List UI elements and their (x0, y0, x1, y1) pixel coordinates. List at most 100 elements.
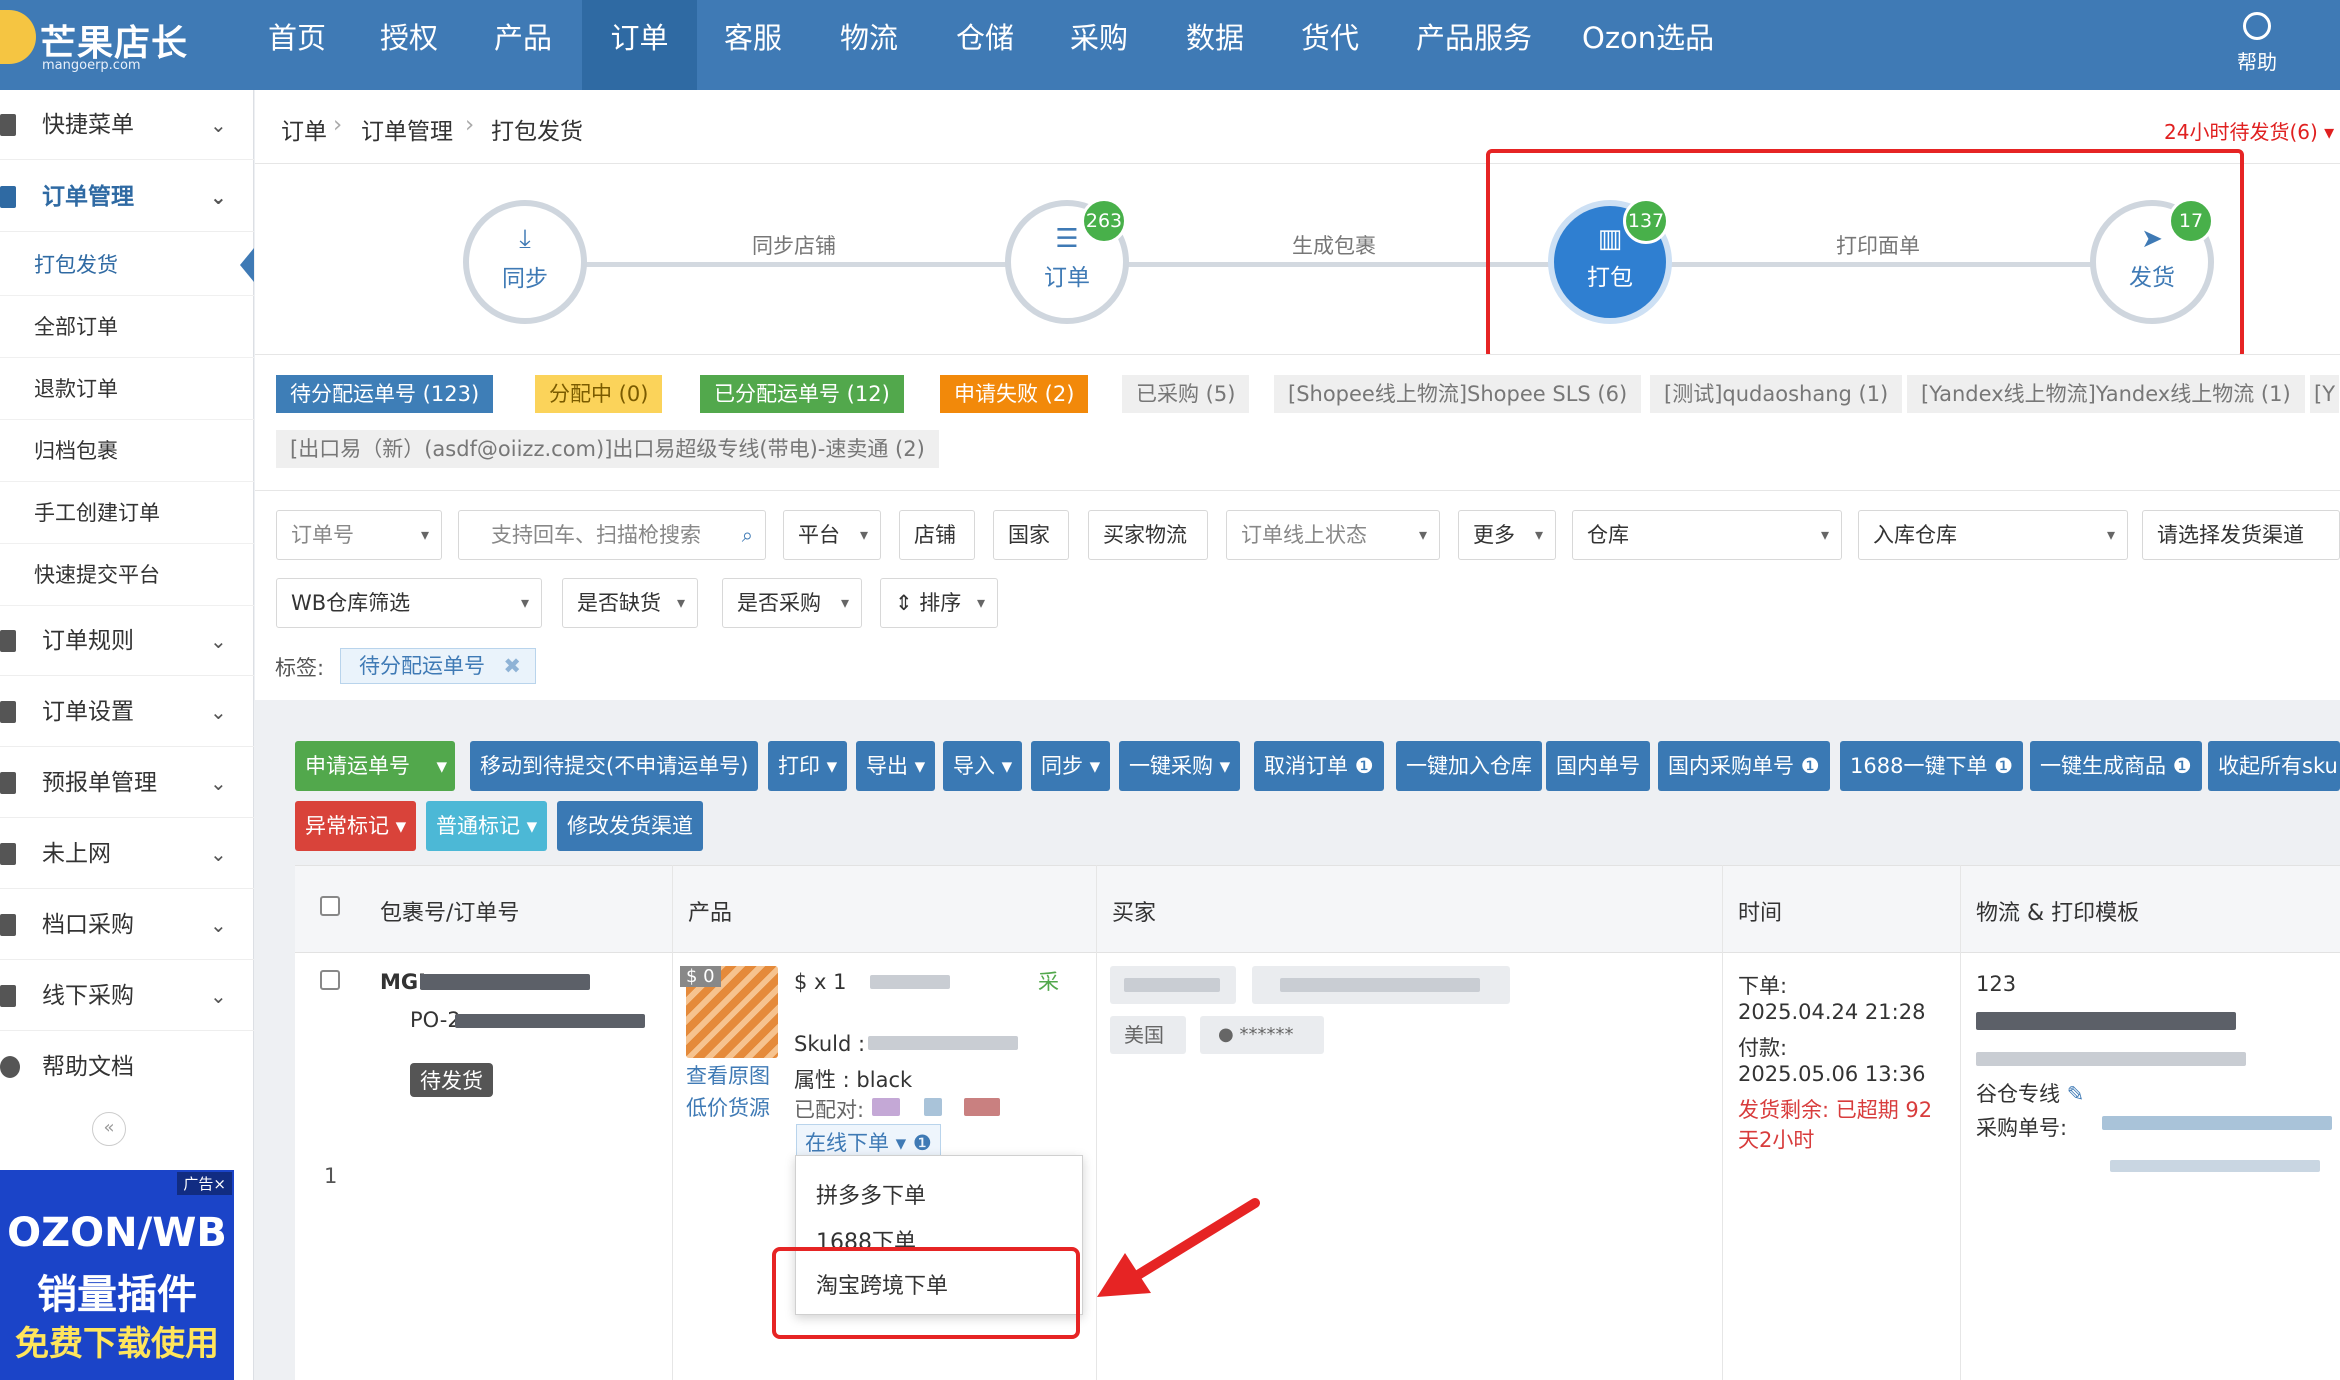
sidebar-group-quick-menu[interactable]: 快捷菜单 ⌄ (0, 90, 254, 160)
low-price-source-link[interactable]: 低价货源 (686, 1092, 770, 1122)
flow-badge-order: 263 (1081, 198, 1127, 244)
flow-step-sync[interactable]: ⤓ 同步 (463, 200, 587, 324)
nav-logistics[interactable]: 物流 (820, 0, 918, 90)
logo[interactable]: 芒果店长 mangoerp.com (0, 0, 240, 90)
sidebar-group-offline-purchase[interactable]: 线下采购 ⌄ (0, 961, 254, 1031)
breadcrumb-item[interactable]: 订单管理 (361, 112, 453, 146)
one-click-purchase-button[interactable]: 一键采购 ▾ (1119, 741, 1241, 791)
tag-yandex[interactable]: [Yandex线上物流]Yandex线上物流 (1) (1907, 375, 2305, 413)
export-button[interactable]: 导出 ▾ (856, 741, 936, 791)
search-input[interactable]: 支持回车、扫描枪搜索 ⌕ (458, 510, 766, 560)
ad-banner[interactable]: 广告× OZON/WB 销量插件 免费下载使用 (0, 1170, 234, 1380)
order-1688-button[interactable]: 1688一键下单 ❶ (1840, 741, 2023, 791)
tag-apply-failed[interactable]: 申请失败 (2) (940, 375, 1089, 413)
nav-data[interactable]: 数据 (1166, 0, 1264, 90)
country-filter[interactable]: 国家 (993, 510, 1069, 560)
tag-chukouyi[interactable]: [出口易（新）(asdf@oiizz.com)]出口易超级专线(带电)-速卖通 … (276, 430, 939, 468)
warehouse-select[interactable]: 仓库 ▾ (1572, 510, 1842, 560)
close-icon[interactable]: ✖ (503, 649, 521, 683)
nav-service[interactable]: 客服 (704, 0, 802, 90)
print-button[interactable]: 打印 ▾ (768, 741, 848, 791)
nav-purchase[interactable]: 采购 (1050, 0, 1148, 90)
sidebar-item-quick-submit[interactable]: 快速提交平台 (0, 544, 254, 606)
platform-filter[interactable]: 平台 ▾ (783, 510, 881, 560)
inbound-warehouse-select[interactable]: 入库仓库 ▾ (1858, 510, 2128, 560)
tag-test-channel[interactable]: [测试]qudaoshang (1) (1650, 375, 1903, 413)
sync-button[interactable]: 同步 ▾ (1031, 741, 1111, 791)
row-checkbox[interactable] (320, 970, 340, 990)
ship-channel-select[interactable]: 请选择发货渠道 (2142, 510, 2340, 560)
info-icon: ❶ (2172, 754, 2192, 778)
view-image-link[interactable]: 查看原图 (686, 1060, 770, 1090)
alert-24h-pending[interactable]: 24小时待发货(6) ▾ (2164, 116, 2334, 145)
ad-close-tag[interactable]: 广告× (177, 1172, 232, 1195)
sidebar-group-offline[interactable]: 未上网 ⌄ (0, 819, 254, 889)
col-divider (672, 865, 673, 1380)
redacted-text (872, 1098, 900, 1116)
sidebar-item-refund-orders[interactable]: 退款订单 (0, 358, 254, 420)
nav-authorize[interactable]: 授权 (360, 0, 458, 90)
buyer-logistics-filter[interactable]: 买家物流 (1088, 510, 1208, 560)
nav-home[interactable]: 首页 (248, 0, 346, 90)
help-button[interactable]: 帮助 (2222, 10, 2292, 75)
sidebar-group-forecast[interactable]: 预报单管理 ⌄ (0, 748, 254, 818)
purchased-filter[interactable]: 是否采购 ▾ (722, 578, 862, 628)
nav-product-service[interactable]: 产品服务 (1404, 0, 1544, 90)
normal-mark-button[interactable]: 普通标记 ▾ (426, 801, 548, 851)
cancel-order-button[interactable]: 取消订单 ❶ (1254, 741, 1384, 791)
ship-remaining: 发货剩余: 已超期 92 (1738, 1098, 1933, 1122)
sidebar-item-label: 退款订单 (34, 377, 118, 401)
caret-down-icon: ▾ (1418, 525, 1427, 544)
sidebar-group-order-rules[interactable]: 订单规则 ⌄ (0, 606, 254, 676)
tag-shopee-sls[interactable]: [Shopee线上物流]Shopee SLS (6) (1274, 375, 1642, 413)
label-chip[interactable]: 待分配运单号 ✖ (340, 648, 536, 684)
sort-button[interactable]: ⇕ 排序 ▾ (880, 578, 998, 628)
breadcrumb-item[interactable]: 订单 (281, 112, 327, 146)
add-to-warehouse-button[interactable]: 一键加入仓库 (1396, 741, 1542, 791)
edit-icon[interactable]: ✎ (2067, 1082, 2085, 1106)
sidebar-group-order-mgmt[interactable]: 订单管理 ⌄ (0, 162, 254, 232)
import-button[interactable]: 导入 ▾ (943, 741, 1023, 791)
nav-forwarder[interactable]: 货代 (1281, 0, 1379, 90)
shop-filter[interactable]: 店铺 (899, 510, 975, 560)
select-all-checkbox[interactable] (320, 896, 340, 916)
apply-tracking-button[interactable]: 申请运单号 ▾ (295, 741, 455, 791)
tag-more[interactable]: [Y (2310, 375, 2340, 413)
online-status-filter[interactable]: 订单线上状态 ▾ (1226, 510, 1440, 560)
nav-ozon[interactable]: Ozon选品 🔥 (1582, 0, 1732, 131)
menu-item-pinduoduo[interactable]: 拼多多下单 (816, 1178, 926, 1210)
col-header-logistics: 物流 & 打印模板 (1976, 901, 2140, 926)
nav-warehouse[interactable]: 仓储 (936, 0, 1034, 90)
redacted-text (1976, 1052, 2246, 1066)
sidebar-group-help-docs[interactable]: 帮助文档 (0, 1032, 254, 1102)
sidebar-item-pack-ship[interactable]: 打包发货 (0, 234, 254, 296)
sidebar-group-label: 订单管理 (42, 184, 134, 210)
nav-order[interactable]: 订单 (582, 0, 697, 90)
domestic-tracking-button[interactable]: 国内单号 (1546, 741, 1650, 791)
more-filter[interactable]: 更多 ▾ (1458, 510, 1556, 560)
out-of-stock-filter[interactable]: 是否缺货 ▾ (562, 578, 698, 628)
nav-product[interactable]: 产品 (474, 0, 572, 90)
collapse-sku-button[interactable]: 收起所有sku (2208, 741, 2340, 791)
sidebar-group-order-settings[interactable]: 订单设置 ⌄ (0, 677, 254, 747)
change-channel-button[interactable]: 修改发货渠道 (557, 801, 703, 851)
redacted-text (868, 1036, 1018, 1050)
sidebar-group-stall-purchase[interactable]: 档口采购 ⌄ (0, 890, 254, 960)
sidebar-item-archived[interactable]: 归档包裹 (0, 420, 254, 482)
order-no-select[interactable]: 订单号 ▾ (276, 510, 442, 560)
sidebar-item-all-orders[interactable]: 全部订单 (0, 296, 254, 358)
generate-product-button[interactable]: 一键生成商品 ❶ (2030, 741, 2202, 791)
tag-pending-assign[interactable]: 待分配运单号 (123) (276, 375, 494, 413)
buyer-id-chip (1252, 966, 1510, 1004)
sidebar-item-manual-create[interactable]: 手工创建订单 (0, 482, 254, 544)
tag-purchased[interactable]: 已采购 (5) (1122, 375, 1250, 413)
tag-assigned[interactable]: 已分配运单号 (12) (700, 375, 904, 413)
exception-mark-button[interactable]: 异常标记 ▾ (295, 801, 417, 851)
tag-assigning[interactable]: 分配中 (0) (535, 375, 663, 413)
order-number[interactable]: PO-2 (410, 1008, 461, 1032)
wb-warehouse-filter[interactable]: WB仓库筛选 ▾ (276, 578, 542, 628)
move-to-pending-button[interactable]: 移动到待提交(不申请运单号) (470, 741, 759, 791)
col-divider (1722, 865, 1723, 1380)
sidebar-collapse-button[interactable]: « (92, 1112, 126, 1146)
domestic-purchase-no-button[interactable]: 国内采购单号 ❶ (1658, 741, 1830, 791)
